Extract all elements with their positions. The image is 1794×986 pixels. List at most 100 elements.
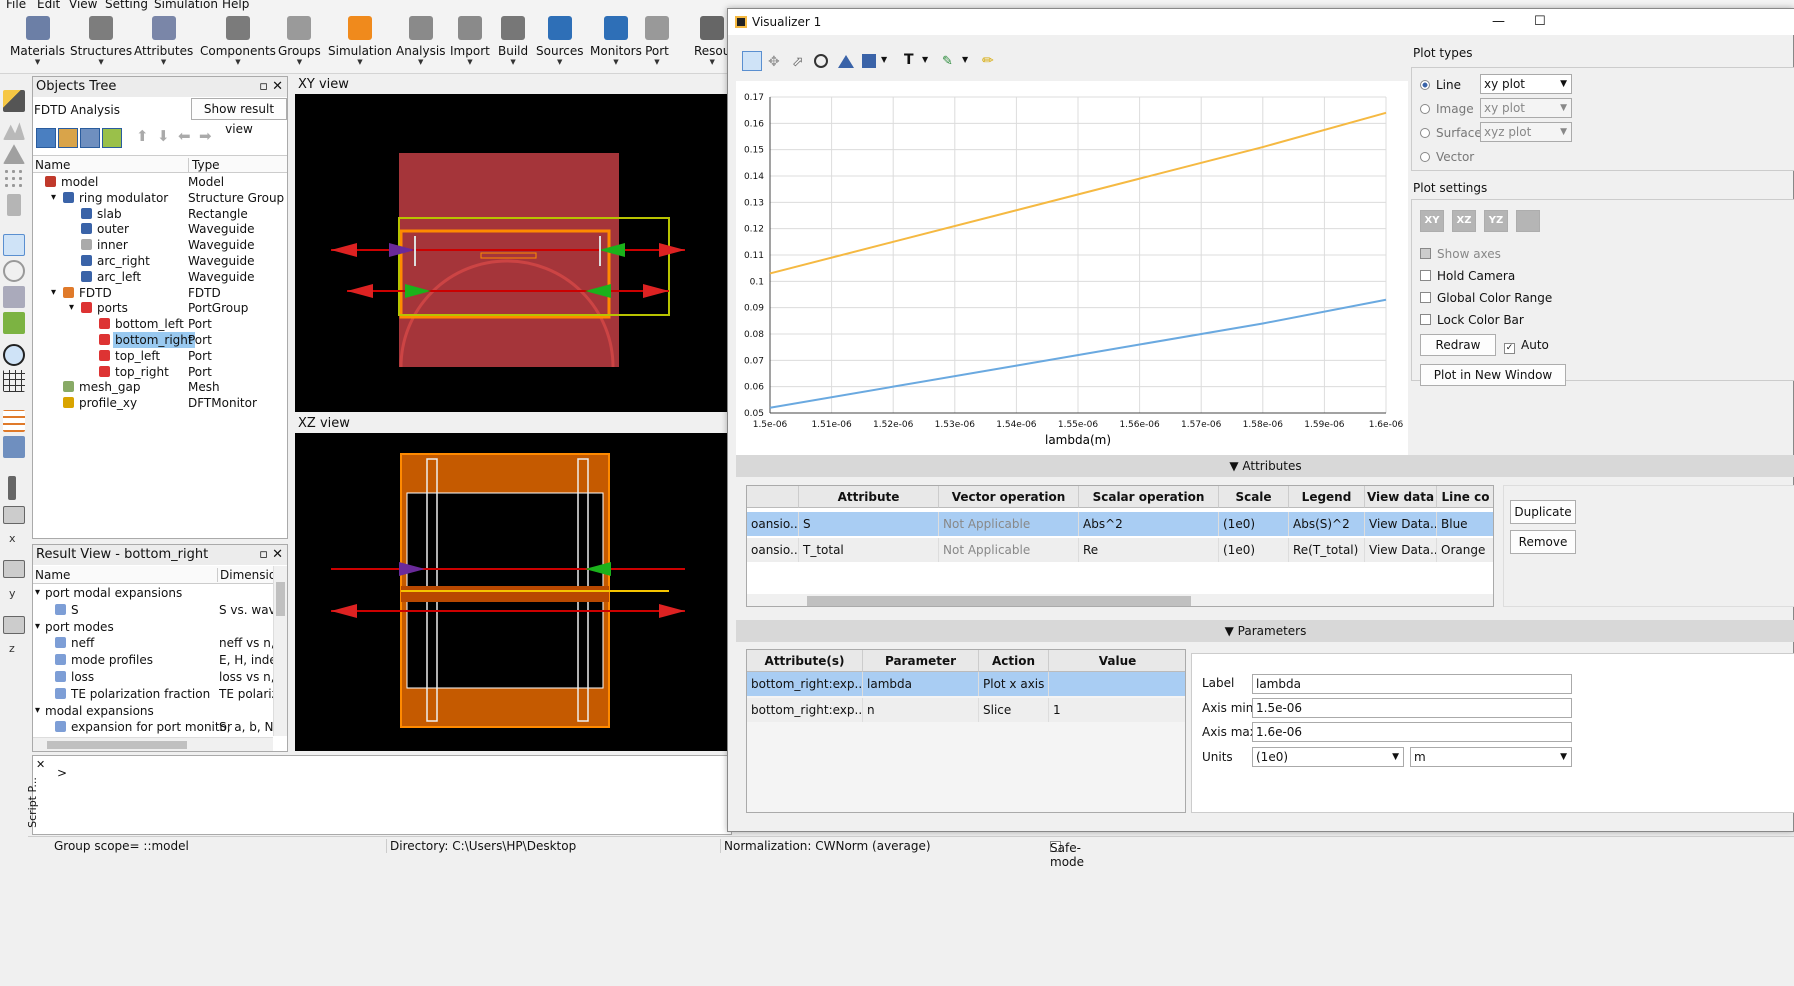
attribute-cell-line[interactable]: Orange — [1437, 538, 1493, 562]
add-source-icon[interactable] — [102, 128, 122, 148]
plot-marker-icon[interactable]: ✎ — [942, 54, 953, 69]
chart-area[interactable]: 0.05 0.06 0.07 0.08 0.09 0.1 0.11 0.12 0.13 0.14 0… — [736, 81, 1408, 455]
toolbar-import-button[interactable]: Import ▼ — [450, 16, 490, 72]
move-left-icon[interactable]: ⬅ — [178, 127, 191, 145]
plot-text-icon[interactable]: T — [904, 52, 914, 68]
menu-help[interactable]: Help — [222, 0, 249, 11]
y-slider-icon[interactable] — [3, 560, 25, 578]
zoom-icon[interactable] — [3, 344, 25, 366]
attribute-row[interactable]: oansio... T_total Not Applicable Re (1e0) Re(… — [747, 538, 1493, 562]
toolbar-components-button[interactable]: Components ▼ — [200, 16, 276, 72]
param-col-header[interactable]: Value — [1049, 650, 1185, 672]
tree-row-mesh_gap[interactable]: mesh_gap Mesh — [33, 379, 285, 395]
attribute-cell-scalar[interactable]: Re — [1079, 538, 1219, 562]
chevron-down-icon[interactable]: ▼ — [694, 58, 730, 66]
plot-text-dropdown-icon[interactable]: ▼ — [922, 55, 928, 64]
attr-col-header[interactable]: Legend — [1289, 486, 1365, 508]
parameter-row[interactable]: bottom_right:exp... lambda Plot x axis — [747, 672, 1185, 696]
result-row[interactable]: expansion for port monitorS, a, b, N, F — [33, 719, 273, 735]
attribute-cell-c0[interactable]: oansio... — [747, 512, 799, 536]
attr-col-header[interactable]: Attribute — [799, 486, 939, 508]
setting-global-color-range[interactable]: Global Color Range — [1420, 291, 1552, 305]
result-row[interactable]: ▾ modal expansions — [33, 703, 273, 719]
expand-icon[interactable]: ▾ — [35, 585, 40, 601]
plot-mountain-icon[interactable] — [838, 55, 854, 68]
expand-icon[interactable]: ▾ — [35, 619, 40, 635]
attribute-cell-legend[interactable]: Re(T_total) — [1289, 538, 1365, 562]
x-slider-box-icon[interactable] — [3, 506, 25, 524]
minimize-icon[interactable]: — — [1492, 9, 1505, 35]
chevron-down-icon[interactable]: ▼ — [498, 58, 528, 66]
chevron-down-icon[interactable]: ▼ — [645, 58, 669, 66]
tree-row-slab[interactable]: slab Rectangle — [33, 206, 285, 222]
parameters-section-header[interactable]: ▼ Parameters — [736, 620, 1794, 642]
tree-row-ring-modulator[interactable]: ▾ ring modulator Structure Group — [33, 190, 285, 206]
attribute-cell-c0[interactable]: oansio... — [747, 538, 799, 562]
radio-vector[interactable] — [1420, 152, 1430, 162]
expand-icon[interactable]: ▾ — [69, 300, 74, 316]
tree-row-FDTD[interactable]: ▾ FDTD FDTD — [33, 285, 285, 301]
move-up-icon[interactable]: ⬆ — [136, 127, 149, 145]
tree-row-profile_xy[interactable]: profile_xy DFTMonitor — [33, 395, 285, 411]
image-plot-combo[interactable]: xy plot ▼ — [1480, 98, 1572, 118]
toolbar-build-button[interactable]: Build ▼ — [498, 16, 528, 72]
attribute-cell-vec[interactable]: Not Applicable — [939, 512, 1079, 536]
attribute-cell-attr[interactable]: S — [799, 512, 939, 536]
parameter-cell-attr[interactable]: bottom_right:exp... — [747, 698, 863, 722]
xy-view-canvas[interactable] — [295, 94, 728, 412]
toolbar-simulation-button[interactable]: Simulation ▼ — [328, 16, 392, 72]
setting-lock-color-bar[interactable]: Lock Color Bar — [1420, 313, 1524, 327]
auto-checkbox[interactable]: ✓ — [1504, 343, 1515, 354]
plot-zoom-icon[interactable] — [814, 54, 828, 68]
line-plot-combo[interactable]: xy plot ▼ — [1480, 74, 1572, 94]
param-col-header[interactable]: Action — [979, 650, 1049, 672]
toolbar-analysis-button[interactable]: Analysis ▼ — [396, 16, 445, 72]
chevron-down-icon[interactable]: ▼ — [590, 58, 642, 66]
plot-zoom-select-icon[interactable] — [742, 51, 762, 71]
setting-show-axes[interactable]: Show axes — [1420, 247, 1501, 261]
toolbar-sources-button[interactable]: Sources ▼ — [536, 16, 583, 72]
units-scale-select[interactable]: (1e0) ▼ — [1252, 747, 1404, 767]
tree-row-model[interactable]: model Model — [33, 174, 285, 190]
result-row[interactable]: ▾ port modes — [33, 619, 273, 635]
plot-in-new-window-button[interactable]: Plot in New Window — [1420, 364, 1566, 386]
chevron-down-icon[interactable]: ▼ — [134, 58, 193, 66]
param-col-header[interactable]: Parameter — [863, 650, 979, 672]
tree-row-bottom_right[interactable]: bottom_right Port — [33, 332, 285, 348]
tree-row-inner[interactable]: inner Waveguide — [33, 237, 285, 253]
result-hscroll-thumb[interactable] — [47, 741, 187, 749]
result-col-name[interactable]: Name — [35, 568, 70, 582]
attributes-hscroll[interactable] — [747, 594, 1493, 606]
calculator-icon[interactable] — [3, 436, 25, 458]
mountain-icon[interactable] — [3, 122, 25, 140]
add-group-icon[interactable] — [58, 128, 78, 148]
plot-pointer-icon[interactable]: ⬀ — [792, 54, 804, 70]
plot-type-surface[interactable]: Surface — [1420, 126, 1482, 140]
toolbar-structures-button[interactable]: Structures ▼ — [70, 16, 132, 72]
result-vscroll-thumb[interactable] — [276, 582, 285, 616]
attr-col-header[interactable]: Line co — [1437, 486, 1493, 508]
radio-surface[interactable] — [1420, 128, 1430, 138]
maximize-icon[interactable]: ☐ — [1534, 9, 1546, 35]
expand-icon[interactable]: ▾ — [35, 703, 40, 719]
redraw-button[interactable]: Redraw — [1420, 334, 1496, 356]
menu-setting[interactable]: Setting — [105, 0, 148, 11]
view-yz-button[interactable]: YZ — [1484, 210, 1508, 232]
grid-icon[interactable] — [3, 370, 25, 392]
plot-type-line[interactable]: Line — [1420, 78, 1461, 92]
xz-view-canvas[interactable] — [295, 433, 728, 751]
close-icon[interactable]: ▫ ✕ — [259, 77, 283, 96]
add-mesh-icon[interactable] — [80, 128, 100, 148]
chevron-down-icon[interactable]: ▼ — [396, 58, 445, 66]
result-row[interactable]: mode profiles E, H, index — [33, 652, 273, 668]
attr-col-header[interactable]: Scale — [1219, 486, 1289, 508]
axis-max-input[interactable]: 1.6e-06 — [1252, 722, 1572, 742]
toolbar-materials-button[interactable]: Materials ▼ — [10, 16, 65, 72]
chevron-down-icon[interactable]: ▼ — [278, 58, 321, 66]
tree-row-ports[interactable]: ▾ ports PortGroup — [33, 300, 285, 316]
result-row[interactable]: neff neff vs n, w — [33, 635, 273, 651]
plot-pencil-icon[interactable]: ✏ — [982, 53, 994, 69]
attr-col-header[interactable]: Vector operation — [939, 486, 1079, 508]
expand-icon[interactable]: ▾ — [51, 190, 56, 206]
grid-dots-icon[interactable] — [3, 168, 25, 190]
